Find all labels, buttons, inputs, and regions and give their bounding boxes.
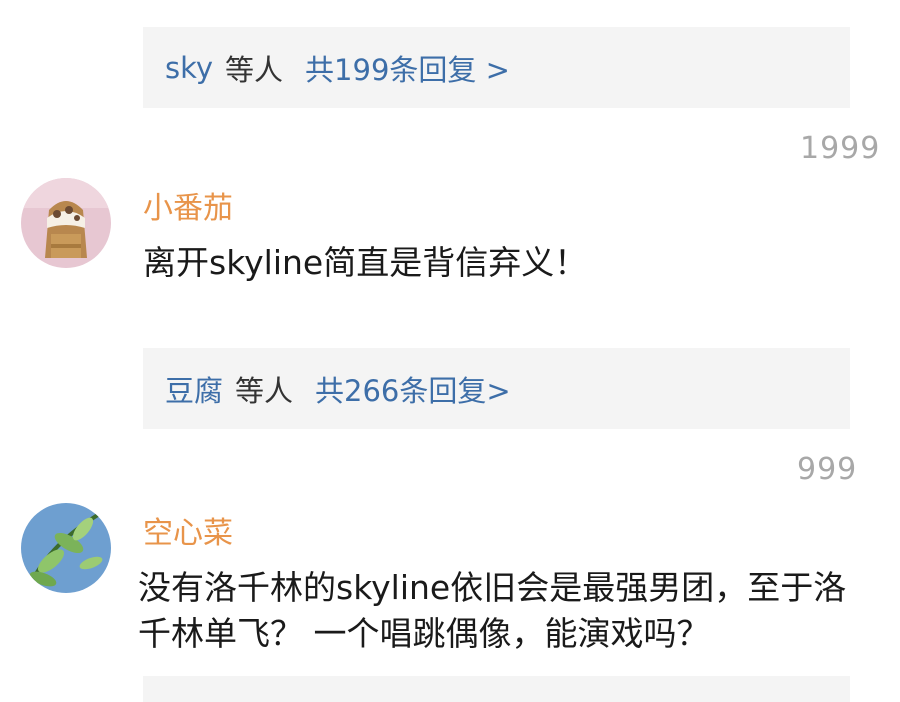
- reply-count-link[interactable]: 共199条回复 >: [305, 47, 510, 89]
- like-count[interactable]: 1999: [800, 131, 880, 166]
- avatar-image: [21, 178, 111, 268]
- reply-count-link[interactable]: 共266条回复>: [315, 368, 511, 410]
- reply-preview-others: 等人: [235, 373, 294, 408]
- comment-username[interactable]: 小番茄: [143, 183, 233, 227]
- comment-feed: sky 等人 共199条回复 > 1999 小番茄 离开skyline简直是背信…: [0, 0, 900, 702]
- reply-preview-name[interactable]: sky: [165, 51, 213, 85]
- reply-preview[interactable]: sky 等人 共199条回复 >: [143, 27, 850, 108]
- like-count[interactable]: 999: [797, 452, 857, 487]
- reply-preview-name[interactable]: 豆腐: [165, 368, 223, 410]
- avatar[interactable]: [21, 178, 111, 268]
- reply-preview[interactable]: 豆腐 等人 共266条回复>: [143, 348, 850, 429]
- comment-text: 没有洛千林的skyline依旧会是最强男团，至于洛千林单飞？ 一个唱跳偶像，能演…: [138, 568, 847, 653]
- avatar[interactable]: [21, 503, 111, 593]
- comment-username[interactable]: 空心菜: [143, 508, 233, 552]
- reply-preview[interactable]: [143, 676, 850, 702]
- avatar-image: [21, 503, 111, 593]
- reply-preview-others: 等人: [225, 52, 284, 87]
- comment-text: 离开skyline简直是背信弃义！: [143, 243, 588, 282]
